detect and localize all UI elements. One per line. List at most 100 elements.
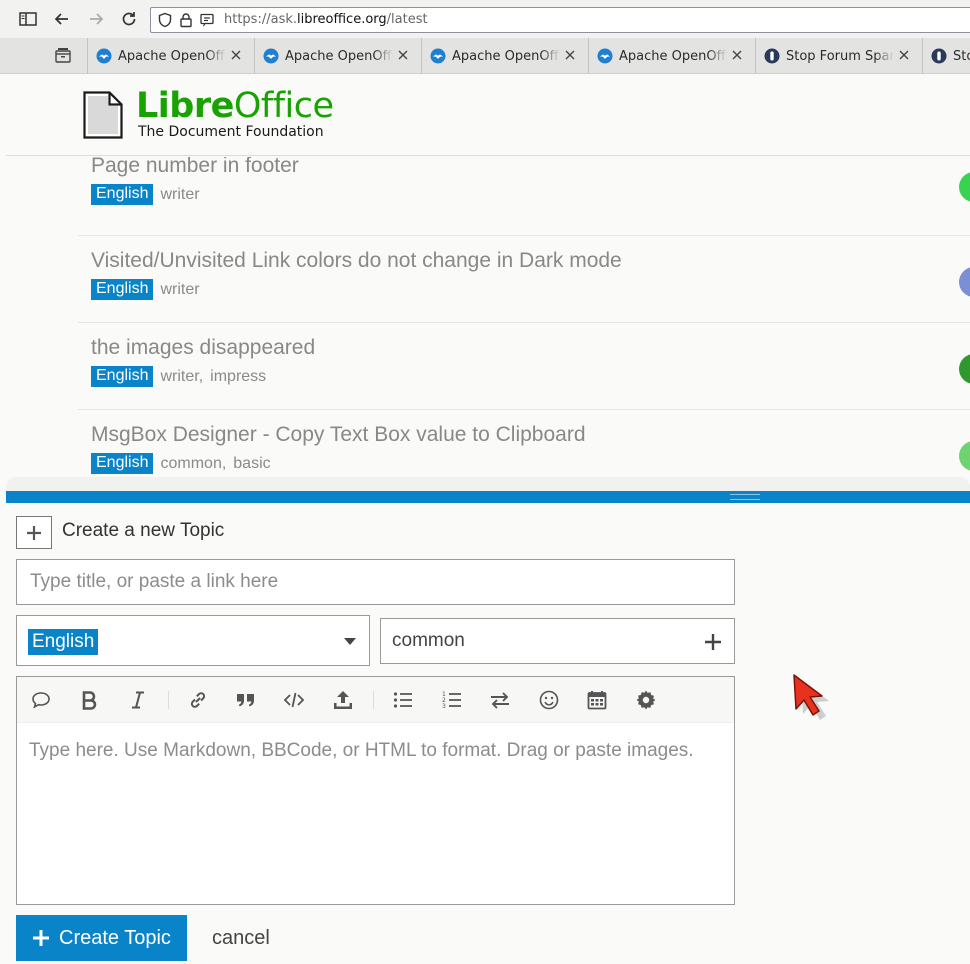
tab-strip: Apache OpenOffice Apache OpenOffice Apac… [0, 38, 970, 74]
gear-icon[interactable] [635, 689, 657, 711]
code-icon[interactable] [283, 689, 305, 711]
close-icon[interactable] [729, 47, 745, 63]
tab-overview-icon[interactable] [52, 45, 74, 67]
composer-resize-grip[interactable] [6, 491, 970, 503]
forward-arrow-icon[interactable] [86, 9, 106, 29]
topic-row: Visited/Unvisited Link colors do not cha… [78, 236, 970, 323]
composer-action-toggle[interactable] [16, 516, 52, 549]
browser-tab[interactable]: Apache OpenOffice [588, 38, 755, 74]
tag-value: common [392, 630, 465, 651]
create-topic-button[interactable]: Create Topic [16, 915, 187, 961]
avatar[interactable] [959, 172, 970, 202]
topic-tag[interactable]: writer [160, 281, 199, 299]
browser-tab[interactable]: Stop Forum Spam [922, 38, 970, 74]
topic-tags: English writer [91, 279, 200, 300]
topic-title[interactable]: MsgBox Designer - Copy Text Box value to… [91, 423, 586, 447]
close-icon[interactable] [562, 47, 578, 63]
tab-label: Apache OpenOffice [118, 48, 226, 64]
browser-tab[interactable]: Stop Forum Spam [755, 38, 922, 74]
emoji-icon[interactable] [538, 689, 560, 711]
plus-icon [33, 930, 49, 946]
tab-label: Stop Forum Spam [953, 48, 970, 64]
link-icon[interactable] [187, 689, 209, 711]
avatar[interactable] [959, 354, 970, 384]
post-editor: 123 [16, 676, 735, 905]
browser-tab[interactable]: Apache OpenOffice [421, 38, 588, 74]
topic-list: Page number in footer English writer Vis… [78, 157, 970, 477]
bullet-list-icon[interactable] [392, 689, 414, 711]
openoffice-gull-icon [430, 48, 446, 64]
logo-subtitle: The Document Foundation [138, 124, 324, 140]
tab-label: Apache OpenOffice [452, 48, 560, 64]
numbered-list-icon[interactable]: 123 [441, 689, 463, 711]
topic-row: Page number in footer English writer [78, 157, 970, 236]
topic-row: the images disappeared English writer, i… [78, 323, 970, 410]
close-icon[interactable] [395, 47, 411, 63]
logo-wordmark[interactable]: LibreOffice [136, 86, 334, 126]
topic-title-input[interactable] [16, 559, 735, 605]
libreoffice-document-icon[interactable] [83, 91, 123, 139]
tab-label: Apache OpenOffice [285, 48, 393, 64]
lock-icon[interactable] [178, 12, 194, 28]
category-badge[interactable]: English [91, 366, 154, 387]
openoffice-gull-icon [263, 48, 279, 64]
tab-label: Stop Forum Spam [786, 48, 894, 64]
openoffice-gull-icon [597, 48, 613, 64]
plus-icon[interactable] [703, 632, 723, 652]
create-topic-label: Create Topic [59, 926, 171, 949]
post-body-textarea[interactable] [17, 724, 734, 904]
url-bar[interactable]: https://ask.libreoffice.org/latest [150, 7, 970, 33]
browser-tab[interactable]: Apache OpenOffice [254, 38, 421, 74]
category-badge[interactable]: English [91, 453, 154, 474]
topic-tag[interactable]: impress [210, 368, 266, 386]
back-arrow-icon[interactable] [52, 9, 72, 29]
logo-word-office: Office [233, 86, 334, 126]
svg-text:3: 3 [442, 703, 446, 710]
composer-action-label: Create a new Topic [62, 520, 225, 541]
shield-icon[interactable] [157, 12, 173, 28]
quote-icon[interactable] [30, 689, 52, 711]
reload-icon[interactable] [119, 9, 139, 29]
close-icon[interactable] [896, 47, 912, 63]
category-badge[interactable]: English [91, 279, 154, 300]
avatar[interactable] [959, 267, 970, 297]
url-text[interactable]: https://ask.libreoffice.org/latest [224, 12, 428, 27]
sidebar-toggle-icon[interactable] [18, 9, 38, 29]
calendar-icon[interactable] [586, 689, 608, 711]
topic-tag[interactable]: common, [160, 455, 226, 473]
stop-forum-spam-icon [931, 48, 947, 64]
bold-icon[interactable] [78, 689, 100, 711]
logo-word-libre: Libre [136, 86, 234, 126]
openoffice-gull-icon [96, 48, 112, 64]
topic-title[interactable]: Page number in footer [91, 157, 299, 178]
tag-chooser[interactable]: common [380, 618, 735, 664]
italic-icon[interactable] [127, 689, 149, 711]
plus-icon [27, 525, 41, 540]
blockquote-icon[interactable] [235, 689, 257, 711]
url-path: /latest [386, 12, 428, 27]
topic-title[interactable]: the images disappeared [91, 336, 315, 360]
topic-title[interactable]: Visited/Unvisited Link colors do not cha… [91, 249, 622, 273]
topic-composer: Create a new Topic English common 123 [6, 503, 970, 964]
swap-icon[interactable] [489, 689, 511, 711]
upload-icon[interactable] [332, 689, 354, 711]
browser-tab[interactable]: Apache OpenOffice [87, 38, 254, 74]
category-selected: English [28, 629, 99, 655]
grip-lines [730, 494, 760, 500]
topic-tag[interactable]: writer, [160, 368, 203, 386]
browser-toolbar: https://ask.libreoffice.org/latest [0, 0, 970, 38]
editor-toolbar: 123 [17, 677, 734, 723]
category-select[interactable]: English [16, 615, 370, 666]
permissions-icon[interactable] [199, 12, 215, 28]
close-icon[interactable] [228, 47, 244, 63]
avatar[interactable] [959, 441, 970, 471]
topic-tag[interactable]: writer [160, 186, 199, 204]
category-badge[interactable]: English [91, 184, 154, 205]
url-scheme: https://ask. [224, 12, 297, 27]
topic-tags: English writer [91, 184, 200, 205]
topic-tags: English writer, impress [91, 366, 266, 387]
site-header: LibreOffice The Document Foundation [6, 74, 970, 156]
toolbar-separator [373, 691, 374, 709]
cancel-link[interactable]: cancel [212, 927, 270, 950]
topic-tag[interactable]: basic [233, 455, 270, 473]
